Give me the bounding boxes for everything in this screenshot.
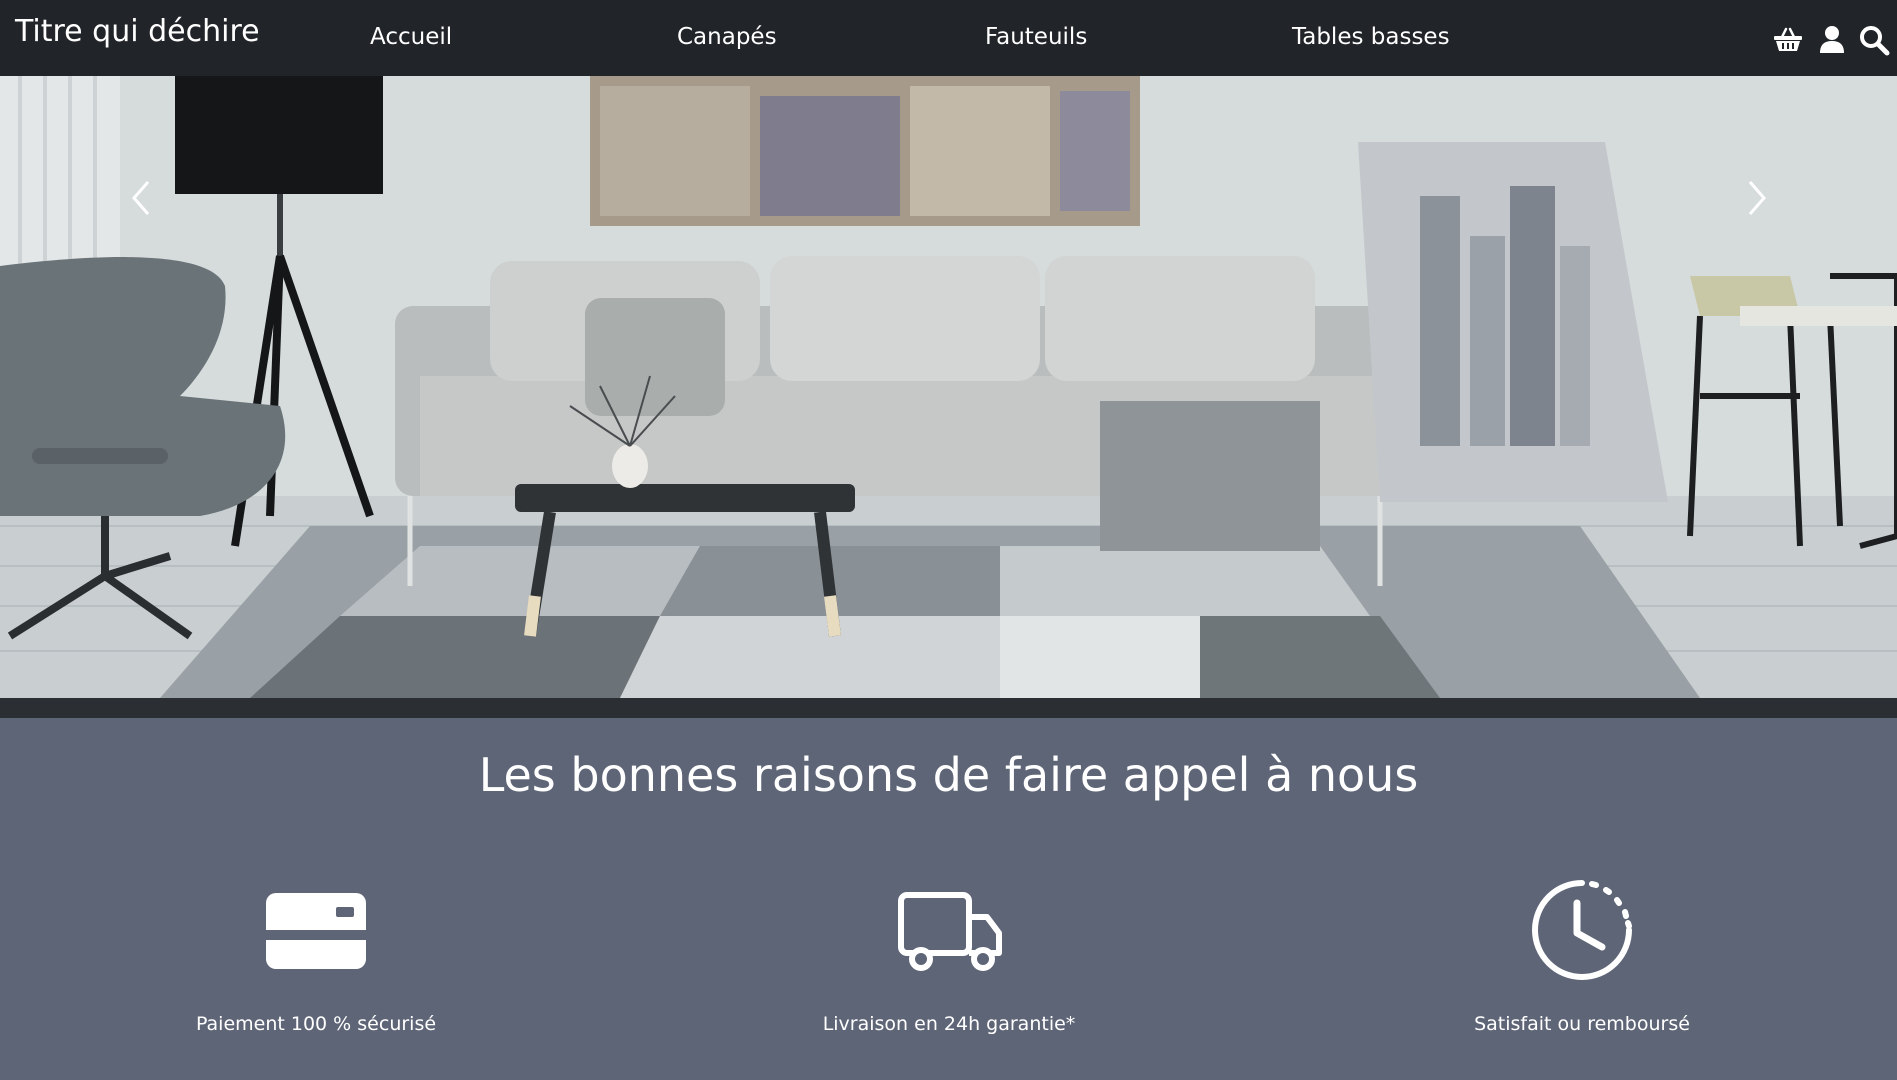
basket-icon[interactable] bbox=[1772, 24, 1804, 56]
user-icon[interactable] bbox=[1816, 24, 1848, 56]
navbar: Titre qui déchire Accueil Canapés Fauteu… bbox=[0, 0, 1897, 76]
truck-icon bbox=[898, 892, 1002, 971]
chevron-left-icon[interactable] bbox=[122, 168, 162, 228]
nav-link-fauteuils[interactable]: Fauteuils bbox=[985, 24, 1087, 50]
reason-delivery: Livraison en 24h garantie* bbox=[749, 875, 1149, 1035]
living-room-image bbox=[0, 76, 1897, 698]
reason-label: Paiement 100 % sécurisé bbox=[195, 1013, 437, 1035]
reason-label: Livraison en 24h garantie* bbox=[822, 1013, 1076, 1035]
reason-secure-payment: Paiement 100 % sécurisé bbox=[116, 875, 516, 1035]
chevron-right-icon[interactable] bbox=[1736, 168, 1776, 228]
brand-title[interactable]: Titre qui déchire bbox=[15, 14, 260, 49]
reasons-title: Les bonnes raisons de faire appel à nous bbox=[478, 748, 1419, 802]
hero-carousel bbox=[0, 76, 1897, 698]
clock-icon bbox=[1532, 880, 1632, 980]
hero-bottom-bar bbox=[0, 698, 1897, 718]
nav-link-canapes[interactable]: Canapés bbox=[677, 24, 777, 50]
nav-link-tables-basses[interactable]: Tables basses bbox=[1292, 24, 1450, 50]
nav-link-accueil[interactable]: Accueil bbox=[370, 24, 452, 50]
reason-label: Satisfait ou remboursé bbox=[1474, 1013, 1690, 1035]
search-icon[interactable] bbox=[1858, 24, 1890, 56]
credit-card-icon bbox=[266, 893, 366, 969]
reason-satisfaction: Satisfait ou remboursé bbox=[1382, 875, 1782, 1035]
